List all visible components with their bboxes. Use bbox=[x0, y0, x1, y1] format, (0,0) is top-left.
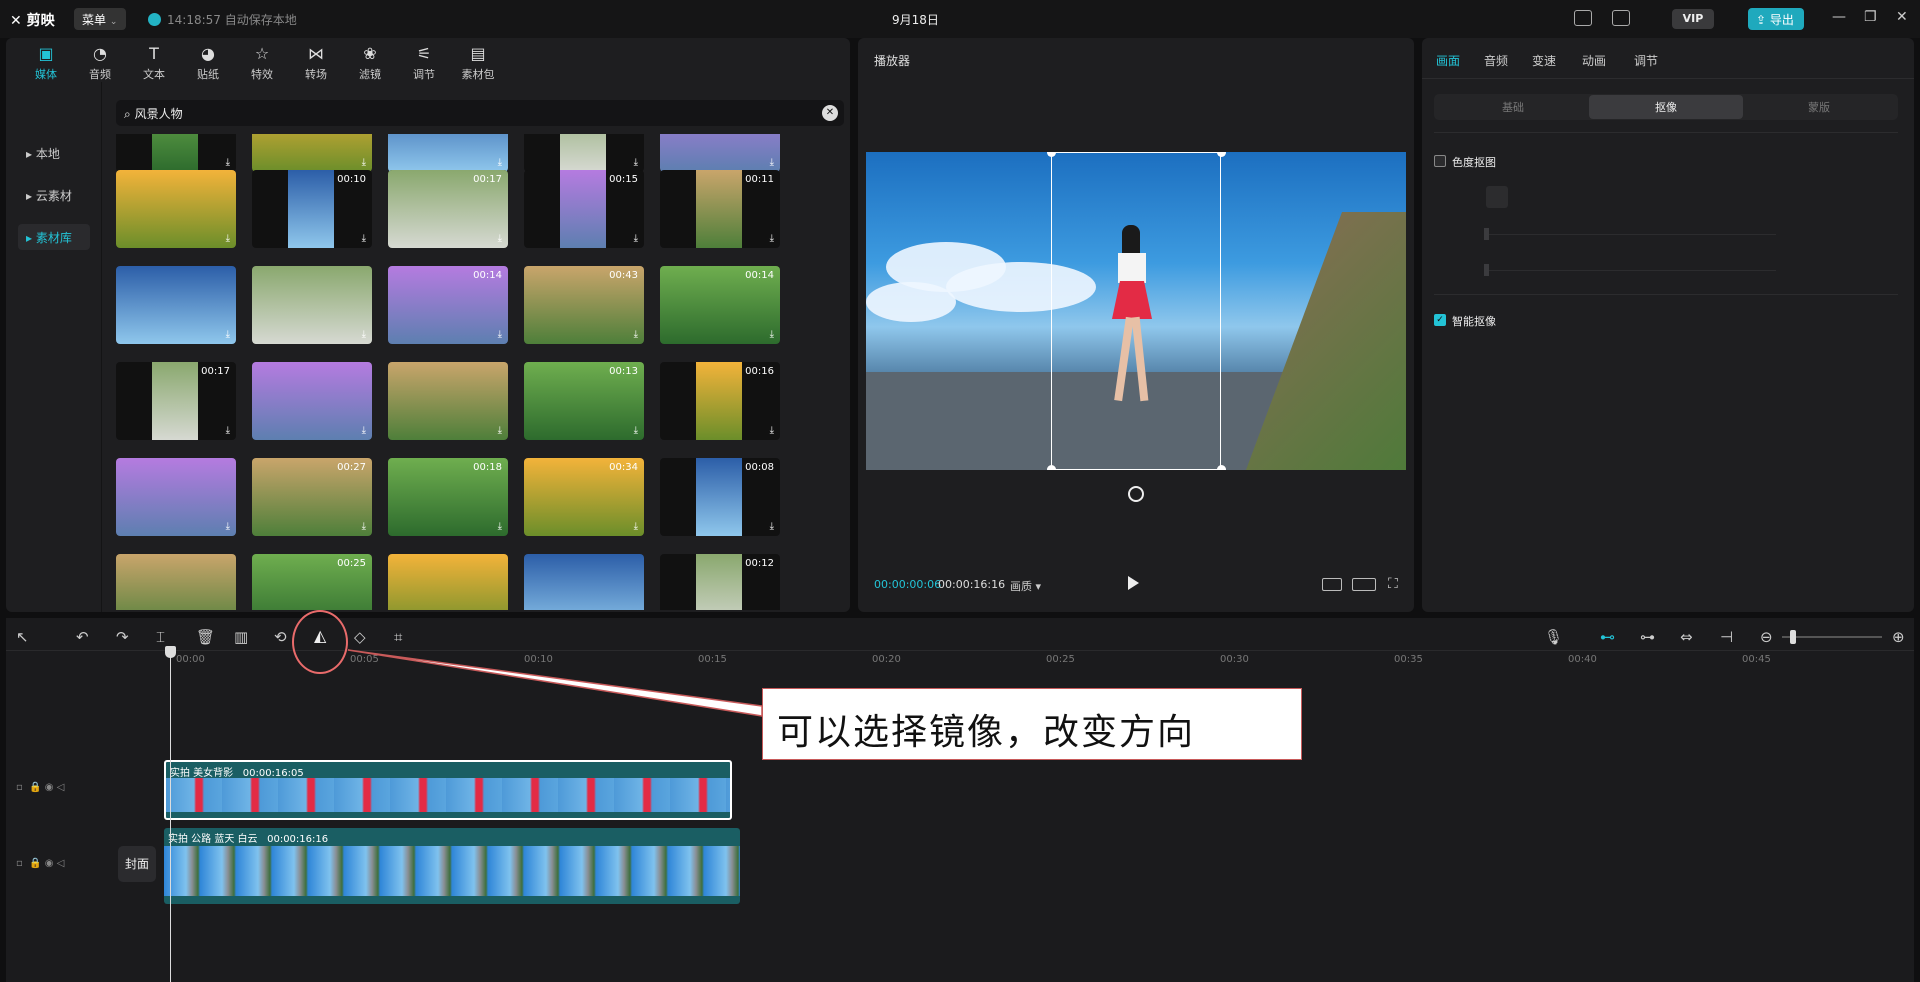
annotation-callout: 可以选择镜像，改变方向 bbox=[762, 688, 1302, 760]
highlight-ring bbox=[292, 610, 348, 674]
callout-arrow bbox=[347, 649, 763, 717]
annotation-text: 可以选择镜像，改变方向 bbox=[777, 712, 1196, 753]
